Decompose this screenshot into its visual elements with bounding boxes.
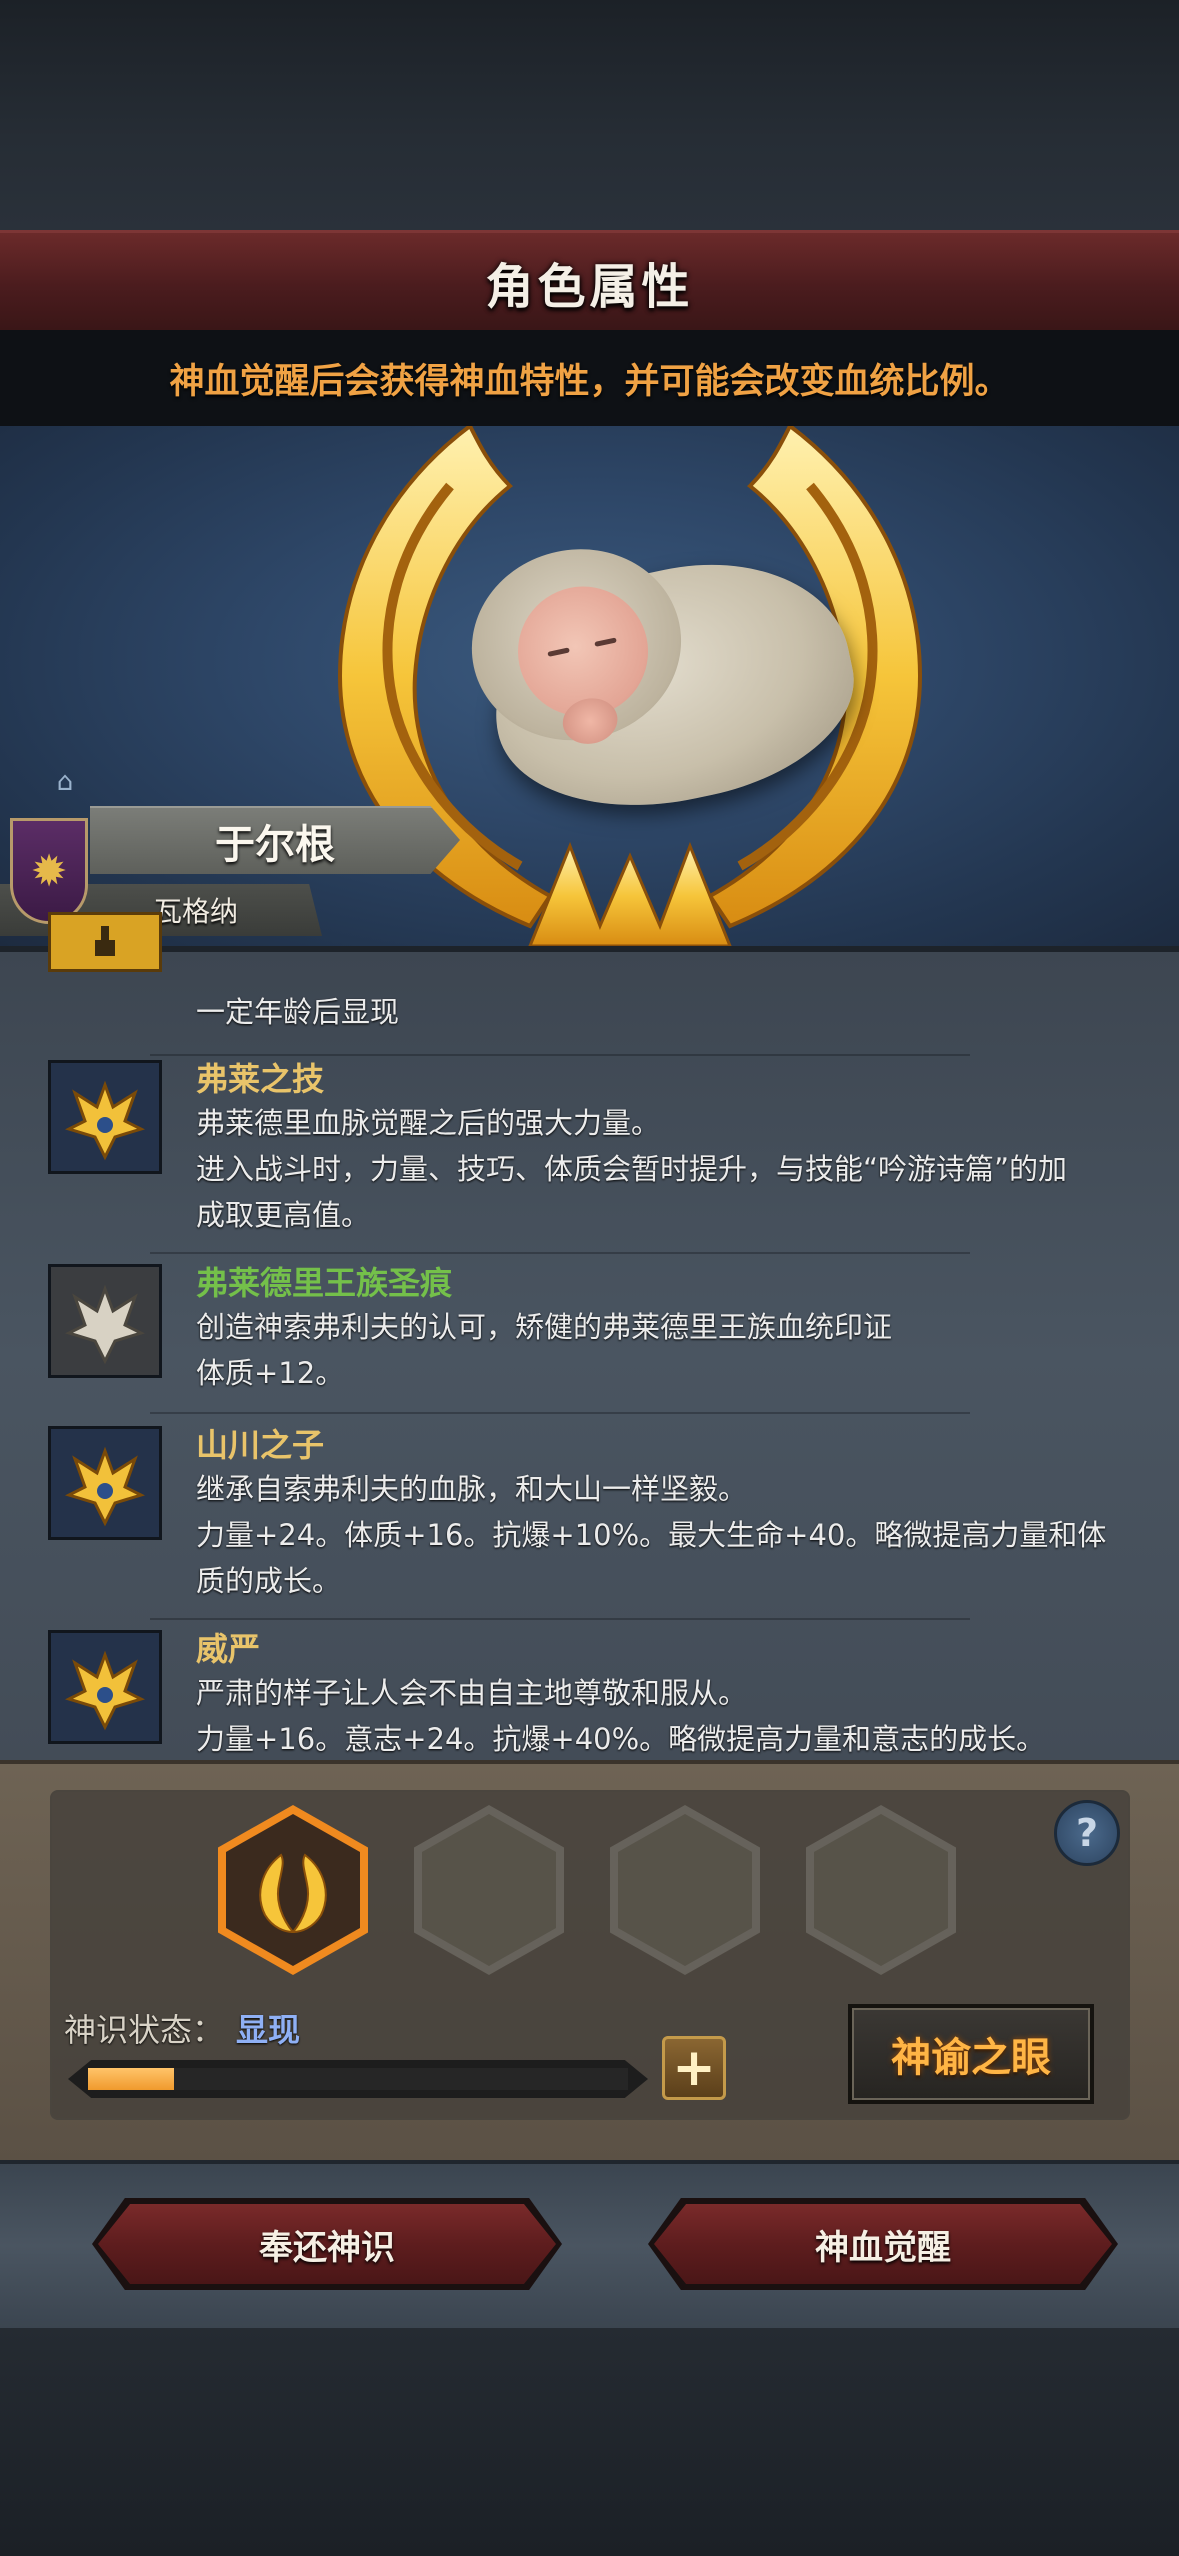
name-plate: 于尔根: [90, 806, 460, 874]
trait-name: 威严: [196, 1630, 261, 1668]
divider: [150, 1618, 970, 1620]
golden-crest-icon: [48, 1426, 162, 1540]
trait-description: 弗莱德里血脉觉醒之后的强大力量。: [196, 1106, 661, 1140]
trait-name: 弗莱之技: [196, 1060, 325, 1098]
trait-description: 体质+12。: [196, 1356, 345, 1390]
trait-description: 严肃的样子让人会不由自主地尊敬和服从。: [196, 1676, 748, 1710]
trait-name: 弗莱德里王族圣痕: [196, 1264, 453, 1302]
trait-description: 继承自索弗利夫的血脉，和大山一样坚毅。: [196, 1472, 748, 1506]
golden-crest-icon: [48, 1060, 162, 1174]
sun-crest-icon: ✹: [10, 818, 88, 924]
character-name: 于尔根: [215, 822, 335, 868]
divine-blood-awaken-button[interactable]: 神血觉醒: [648, 2198, 1118, 2290]
trait-description: 质的成长。: [196, 1564, 342, 1598]
trait-list[interactable]: 一定年龄后显现 弗莱之技 弗莱德里血脉觉醒之后的强大力量。 进入战斗时，力量、技…: [0, 912, 1179, 1760]
divider: [150, 1252, 970, 1254]
title-banner: 角色属性: [0, 230, 1179, 330]
trait-description: 创造神索弗利夫的认可，矫健的弗莱德里王族血统印证: [196, 1310, 893, 1344]
silver-crest-icon: [48, 1264, 162, 1378]
trait-description: 力量+16。意志+24。抗爆+40%。略微提高力量和意志的成长。: [196, 1722, 1046, 1756]
return-divine-sense-label: 奉还神识: [259, 2227, 395, 2268]
divine-blood-awaken-label: 神血觉醒: [815, 2227, 951, 2268]
home-icon[interactable]: ⌂: [50, 767, 80, 797]
question-icon: ?: [1075, 1811, 1099, 1855]
page-title: 角色属性: [485, 258, 694, 315]
golden-wings-icon: [259, 1853, 327, 1934]
trait-description: 进入战斗时，力量、技巧、体质会暂时提升，与技能“吟游诗篇”的加: [196, 1152, 1068, 1186]
oracle-eye-button[interactable]: 神谕之眼: [848, 2004, 1094, 2104]
trait-name: 山川之子: [196, 1426, 325, 1464]
help-button[interactable]: ?: [1054, 1800, 1120, 1866]
divine-progress-fill: [88, 2068, 175, 2090]
divider: [150, 1412, 970, 1414]
awakening-hint: 神血觉醒后会获得神血特性，并可能会改变血统比例。: [169, 361, 1010, 402]
locked-trait-icon: [48, 912, 162, 972]
bottom-stone-background: [0, 2328, 1179, 2556]
divine-state-value: 显现: [236, 2011, 301, 2049]
divine-progress-bar: [68, 2060, 648, 2098]
golden-crest-icon: [48, 1630, 162, 1744]
trait-description: 力量+24。体质+16。抗爆+10%。最大生命+40。略微提高力量和体: [196, 1518, 1107, 1552]
trait-description: 成取更高值。: [196, 1198, 371, 1232]
hint-strip: 神血觉醒后会获得神血特性，并可能会改变血统比例。: [0, 330, 1179, 426]
add-button[interactable]: +: [662, 2036, 726, 2100]
return-divine-sense-button[interactable]: 奉还神识: [92, 2198, 562, 2290]
trait-description: 一定年龄后显现: [196, 995, 400, 1029]
top-stone-background: [0, 0, 1179, 230]
oracle-eye-label: 神谕之眼: [891, 2035, 1051, 2081]
plus-icon: +: [672, 2038, 716, 2098]
divine-state-label: 神识状态：: [64, 2011, 225, 2049]
